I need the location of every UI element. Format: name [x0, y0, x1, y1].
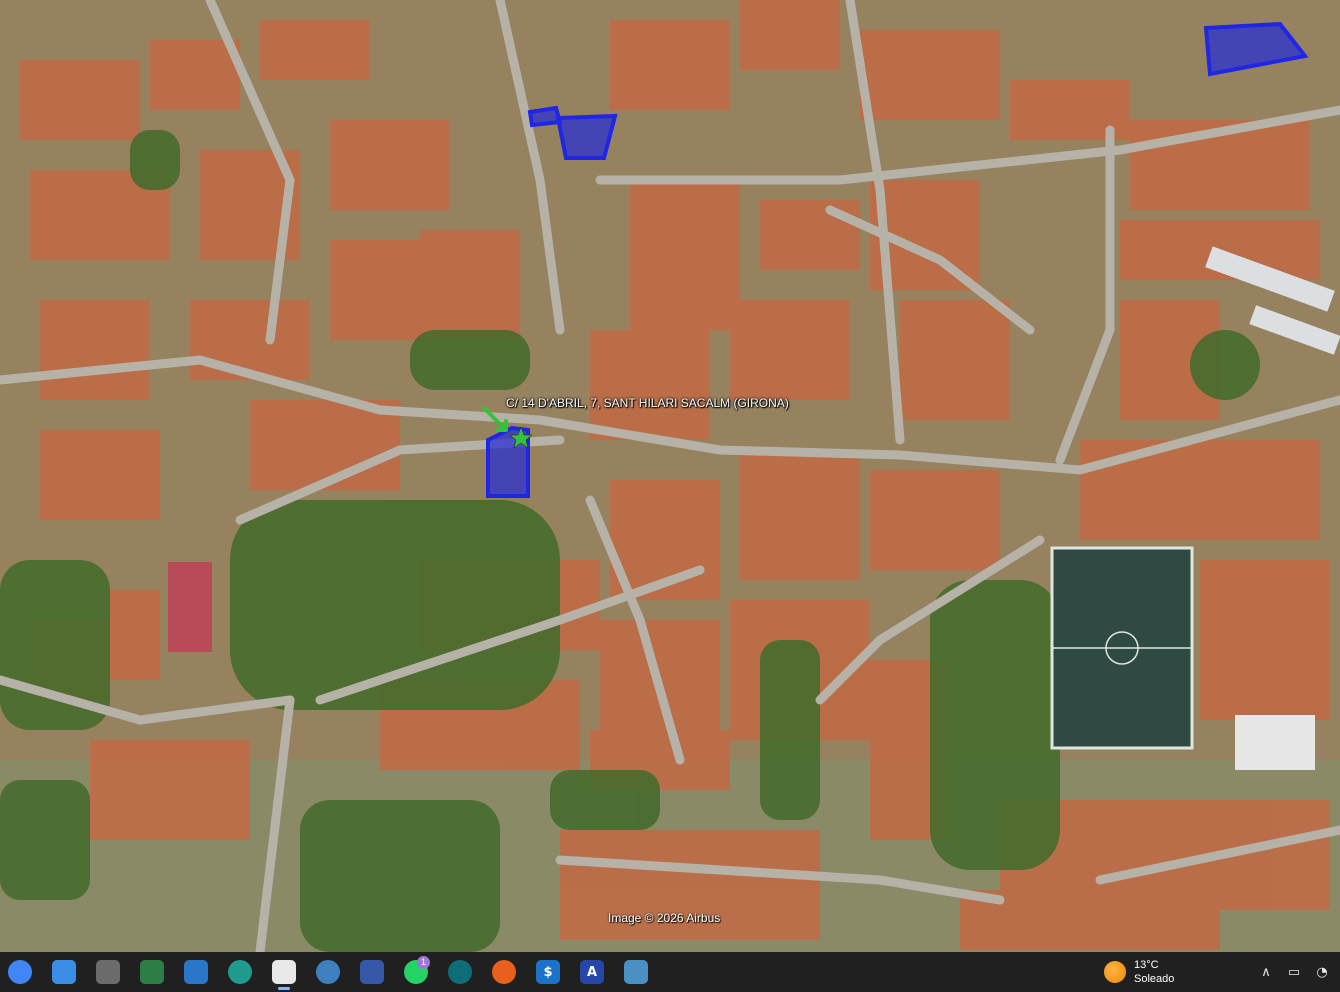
parcel-highlight-small	[527, 105, 563, 128]
windows-taskbar: 1 $ A 13°C Soleado ∧ ▭ ◔	[0, 952, 1340, 992]
save-disk-icon[interactable]	[352, 952, 392, 992]
document-icon-glyph	[272, 960, 296, 984]
dollar-app-icon[interactable]: $	[528, 952, 568, 992]
parcel-highlight-top	[555, 113, 618, 160]
chevron-up-icon[interactable]: ∧	[1254, 960, 1278, 984]
earth-icon-glyph	[316, 960, 340, 984]
calendar-app-icon-glyph	[52, 960, 76, 984]
notification-badge: 1	[417, 956, 430, 969]
weather-condition: Soleado	[1134, 973, 1175, 985]
wifi-icon[interactable]: ◔	[1310, 960, 1334, 984]
taskbar-apps: 1 $ A	[0, 952, 660, 992]
window-app-icon[interactable]	[616, 952, 656, 992]
secure-share-icon-glyph	[140, 960, 164, 984]
edge-icon-glyph	[228, 960, 252, 984]
edge-icon[interactable]	[220, 952, 260, 992]
calendar-app-icon[interactable]	[44, 952, 84, 992]
display-icon[interactable]: ▭	[1282, 960, 1306, 984]
map-imagery	[0, 0, 1340, 952]
window-app-icon-glyph	[624, 960, 648, 984]
location-label: C/ 14 D'ABRIL, 7, SANT HILARI SACALM (GI…	[506, 396, 789, 410]
screenshot-tool-icon[interactable]	[88, 952, 128, 992]
photos-icon-glyph	[184, 960, 208, 984]
imagery-credit: Image © 2026 Airbus	[608, 911, 721, 925]
sun-icon	[1104, 961, 1126, 983]
chrome-icon-glyph	[8, 960, 32, 984]
earth-icon[interactable]	[308, 952, 348, 992]
weather-temp: 13°C	[1134, 959, 1159, 971]
firefox-icon[interactable]	[484, 952, 524, 992]
document-icon[interactable]	[264, 952, 304, 992]
photos-icon[interactable]	[176, 952, 216, 992]
secure-share-icon[interactable]	[132, 952, 172, 992]
arrow-app-icon-glyph: A	[580, 960, 604, 984]
wave-app-icon[interactable]	[440, 952, 480, 992]
wave-app-icon-glyph	[448, 960, 472, 984]
screenshot-tool-icon-glyph	[96, 960, 120, 984]
save-disk-icon-glyph	[360, 960, 384, 984]
arrow-app-icon[interactable]: A	[572, 952, 612, 992]
whatsapp-icon[interactable]: 1	[396, 952, 436, 992]
firefox-icon-glyph	[492, 960, 516, 984]
chrome-icon[interactable]	[0, 952, 40, 992]
system-tray: ∧ ▭ ◔	[1250, 952, 1334, 992]
weather-widget[interactable]: 13°C Soleado	[1104, 952, 1174, 992]
satellite-map[interactable]: C/ 14 D'ABRIL, 7, SANT HILARI SACALM (GI…	[0, 0, 1340, 952]
dollar-app-icon-glyph: $	[536, 960, 560, 984]
